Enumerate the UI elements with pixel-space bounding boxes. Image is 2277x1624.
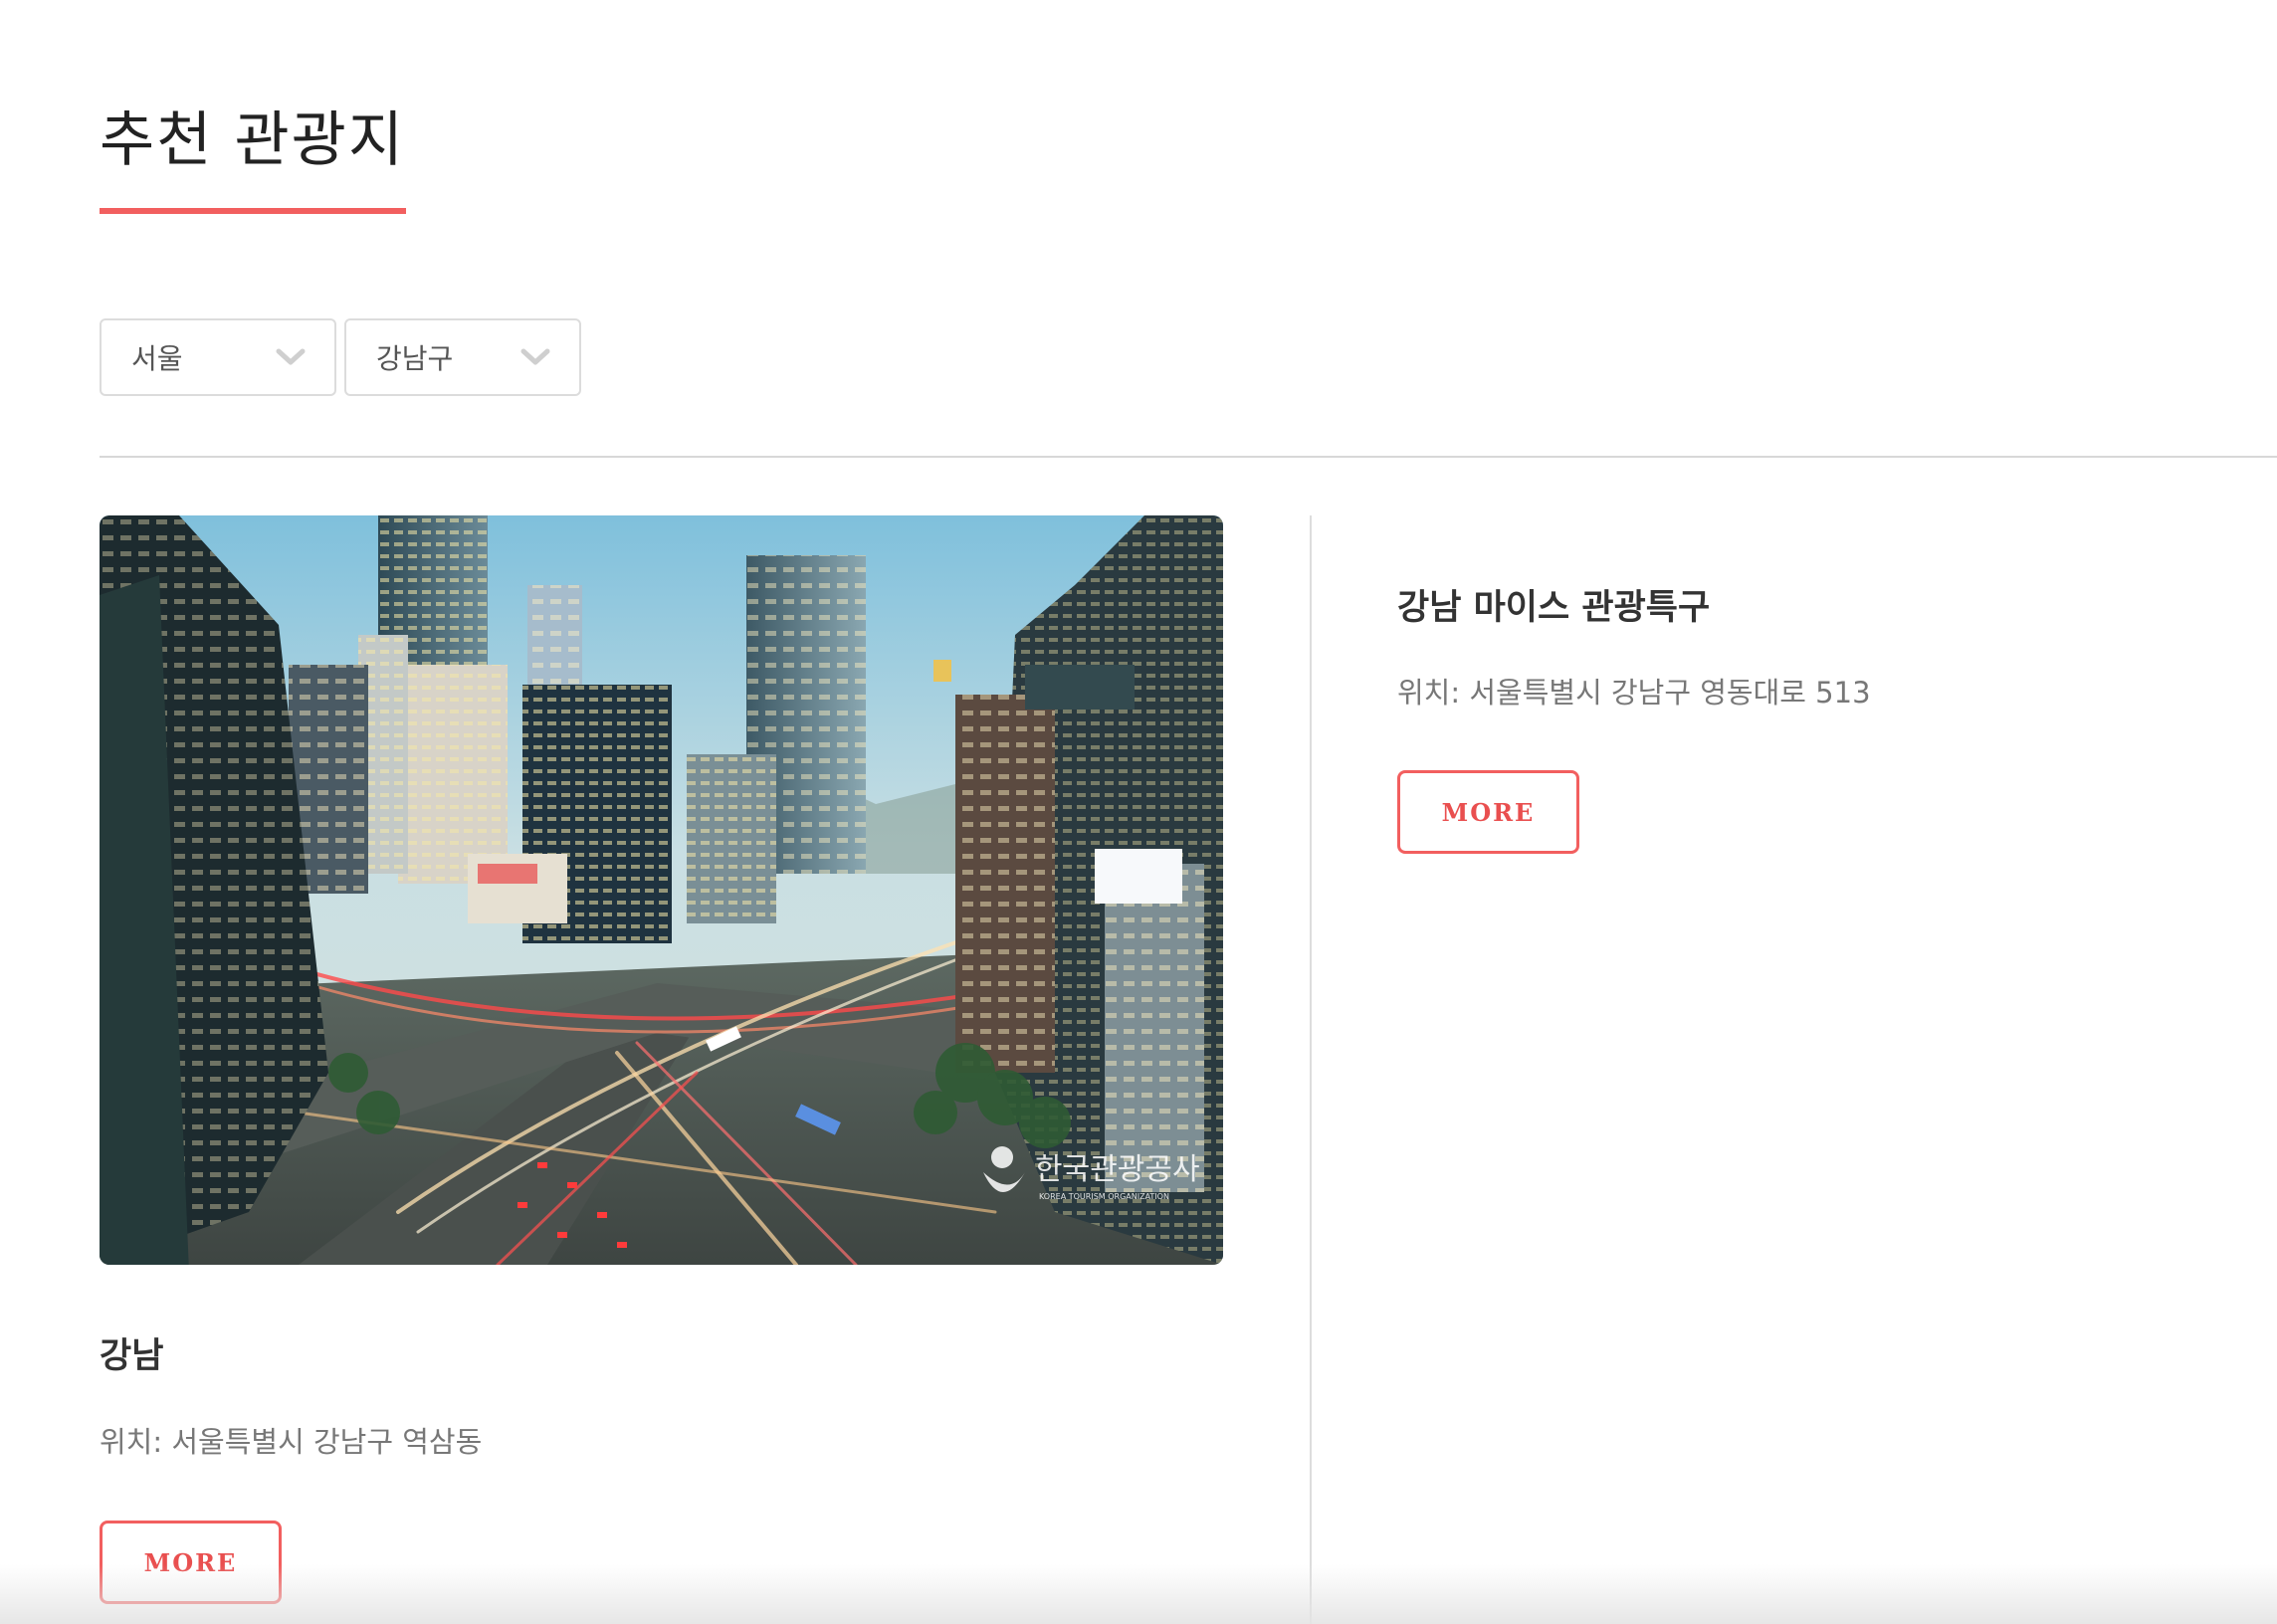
card-location-gangnam: 위치: 서울특별시 강남구 역삼동 xyxy=(100,1425,483,1459)
page-title: 추천 관광지 xyxy=(100,105,406,175)
region-select-value: 서울 xyxy=(131,342,183,375)
chevron-down-icon xyxy=(520,348,550,365)
filter-bar: 서울 강남구 xyxy=(100,318,581,396)
svg-text:KOREA TOURISM ORGANIZATION: KOREA TOURISM ORGANIZATION xyxy=(1039,1192,1169,1201)
more-button-mice[interactable]: MORE xyxy=(1397,770,1579,854)
card-title-mice: 강남 마이스 관광특구 xyxy=(1397,588,1711,628)
bottom-fade xyxy=(0,1564,2277,1624)
gangnam-city-photo[interactable]: 한국관광공사 KOREA TOURISM ORGANIZATION xyxy=(100,515,1223,1265)
column-divider xyxy=(1310,515,1312,1624)
district-select-value: 강남구 xyxy=(376,342,454,375)
title-underline xyxy=(100,208,406,214)
svg-text:한국관광공사: 한국관광공사 xyxy=(1035,1152,1200,1187)
chevron-down-icon xyxy=(276,348,306,365)
card-location-mice: 위치: 서울특별시 강남구 영동대로 513 xyxy=(1397,676,1871,710)
card-title-gangnam: 강남 xyxy=(100,1336,164,1376)
district-select[interactable]: 강남구 xyxy=(344,318,581,396)
region-select[interactable]: 서울 xyxy=(100,318,336,396)
section-divider xyxy=(100,456,2277,458)
